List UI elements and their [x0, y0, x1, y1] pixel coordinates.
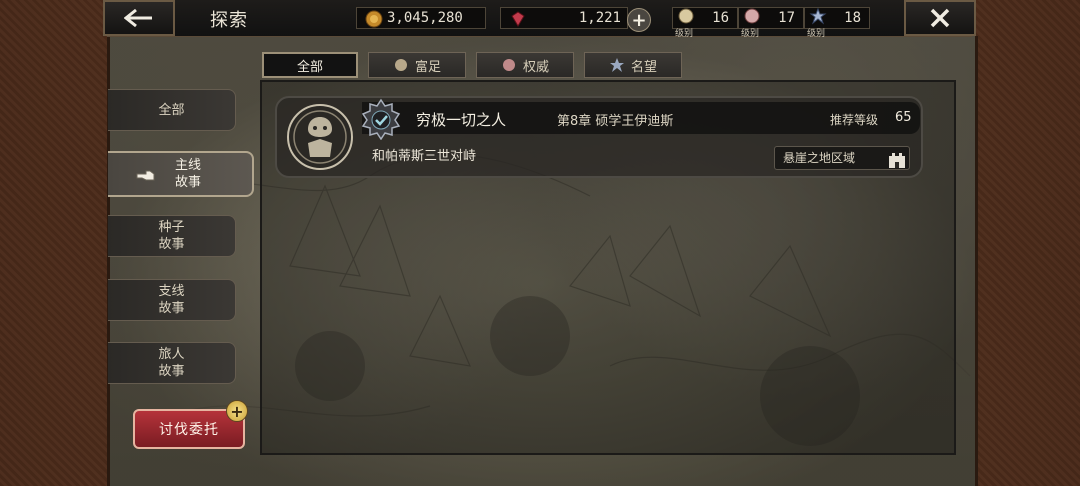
recommended-level-label: 推荐等级 — [830, 113, 879, 127]
sidebar-item-traveler-story[interactable]: 旅人 故事 — [108, 342, 236, 384]
wealth-level-stat: 级别 16 — [672, 7, 738, 39]
wealth-level-icon — [678, 8, 694, 24]
sidebar-item-all[interactable]: 全部 — [108, 89, 236, 131]
sidebar-item-label: 旅人 — [158, 347, 185, 362]
fame-level-stat: 级别 18 — [804, 7, 870, 39]
quest-type-badge-icon — [361, 98, 401, 140]
tab-label: 权威 — [522, 59, 549, 75]
authority-icon — [502, 59, 515, 71]
quest-title: 穷极一切之人 — [416, 111, 507, 129]
stat-value: 17 — [778, 10, 795, 26]
back-arrow-icon — [124, 8, 152, 28]
fame-icon — [609, 58, 624, 72]
coin-icon — [365, 10, 383, 28]
add-gems-button[interactable]: + — [627, 8, 651, 32]
quest-subtitle: 和帕蒂斯三世对峙 — [372, 149, 477, 164]
hunt-plus-badge: + — [226, 400, 248, 422]
coin-amount: 3,045,280 — [387, 10, 463, 26]
recommended-level-value: 65 — [895, 110, 912, 125]
wealth-icon — [394, 59, 407, 71]
sidebar-item-main-story[interactable]: 主线 故事 — [108, 151, 254, 197]
tab-label: 富足 — [414, 59, 441, 75]
stat-value: 18 — [844, 10, 861, 26]
tab-label: 名望 — [630, 59, 657, 75]
sidebar-item-label: 故事 — [158, 237, 185, 252]
stat-label: 级别 — [741, 29, 760, 39]
gem-amount: 1,221 — [578, 10, 621, 26]
quest-chapter: 第8章 硕学王伊迪斯 — [557, 114, 674, 129]
stat-label: 级别 — [807, 29, 826, 39]
authority-level-stat: 级别 17 — [738, 7, 804, 39]
fame-level-icon — [809, 7, 827, 25]
hunt-button-label: 讨伐委托 — [159, 422, 219, 438]
gem-counter: 1,221 — [500, 7, 628, 29]
quest-emblem-icon — [287, 104, 353, 170]
gem-icon — [511, 11, 525, 27]
sidebar-item-label: 故事 — [174, 175, 201, 190]
stat-label: 级别 — [675, 29, 694, 39]
page-title: 探索 — [210, 10, 248, 31]
close-icon — [930, 8, 950, 28]
castle-region-icon — [889, 153, 905, 168]
tab-wealth[interactable]: 富足 — [368, 52, 466, 78]
stat-value: 16 — [712, 10, 729, 26]
sidebar-item-label: 故事 — [158, 301, 185, 316]
sidebar-item-label: 全部 — [158, 102, 185, 118]
pointing-hand-icon — [136, 170, 155, 181]
sidebar-item-label: 支线 — [158, 284, 185, 299]
region-name: 悬崖之地区域 — [783, 151, 856, 165]
sidebar-item-seed-story[interactable]: 种子 故事 — [108, 215, 236, 257]
tab-label: 全部 — [296, 59, 323, 75]
coin-counter: 3,045,280 — [356, 7, 486, 29]
sidebar-item-label: 故事 — [158, 364, 185, 379]
sidebar-item-label: 主线 — [174, 158, 201, 173]
back-button[interactable] — [103, 0, 175, 36]
sidebar-item-side-story[interactable]: 支线 故事 — [108, 279, 236, 321]
close-button[interactable] — [904, 0, 976, 36]
tab-all[interactable]: 全部 — [262, 52, 358, 78]
authority-level-icon — [744, 8, 760, 24]
tab-fame[interactable]: 名望 — [584, 52, 682, 78]
sidebar-item-label: 种子 — [158, 220, 185, 235]
tab-authority[interactable]: 权威 — [476, 52, 574, 78]
